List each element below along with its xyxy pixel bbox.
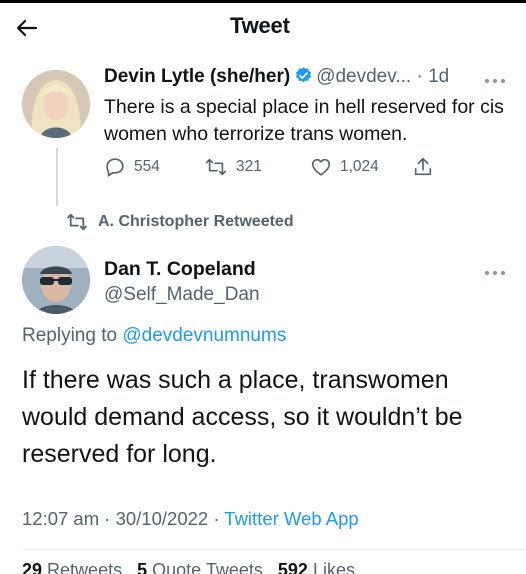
retweet-notice: A. Christopher Retweeted	[66, 213, 294, 231]
verified-badge-icon	[294, 66, 313, 91]
replying-to: Replying to @devdevnumnums	[22, 325, 286, 347]
author-handle[interactable]: @Self_Made_Dan	[104, 284, 260, 306]
likes-count[interactable]: 592	[278, 560, 308, 574]
divider	[22, 549, 526, 550]
author-name[interactable]: Dan T. Copeland	[104, 258, 256, 281]
share-icon	[414, 157, 432, 176]
retweet-notice-text[interactable]: A. Christopher Retweeted	[98, 213, 294, 231]
avatar[interactable]	[22, 70, 90, 138]
tweet-text: If there was such a place, transwomen wo…	[22, 366, 463, 468]
page-title: Tweet	[230, 13, 290, 38]
author-handle[interactable]: @devdev...	[316, 66, 411, 87]
avatar[interactable]	[22, 246, 90, 314]
reply-button[interactable]: 554	[104, 156, 160, 178]
tweet-meta: 12:07 am · 30/10/2022 · Twitter Web App	[22, 508, 359, 530]
retweet-icon	[206, 158, 226, 176]
back-button[interactable]	[12, 13, 42, 43]
quote-tweets-label[interactable]: Quote Tweets	[152, 560, 263, 574]
likes-label[interactable]: Likes	[313, 560, 355, 574]
replying-prefix: Replying to	[22, 325, 123, 346]
separator: ·	[99, 508, 116, 529]
back-arrow-icon	[16, 19, 38, 37]
retweets-count[interactable]: 29	[22, 560, 42, 574]
more-icon[interactable]	[484, 68, 506, 89]
tweet-time[interactable]: 12:07 am	[22, 508, 99, 529]
share-button[interactable]	[412, 156, 434, 178]
like-icon	[311, 158, 331, 176]
tweet-actions: 554 321 1,024	[104, 156, 444, 182]
quoted-tweet-text: There is a special place in hell reserve…	[104, 96, 504, 145]
more-icon[interactable]	[484, 260, 506, 281]
header: Tweet	[0, 3, 526, 51]
retweet-icon	[67, 213, 87, 231]
tweet-date[interactable]: 30/10/2022	[116, 508, 209, 529]
quote-tweets-count[interactable]: 5	[137, 560, 147, 574]
like-button[interactable]: 1,024	[310, 156, 379, 178]
quoted-tweet-header: Devin Lytle (she/her) @devdev... · 1d	[104, 66, 449, 91]
tweet-source-link[interactable]: Twitter Web App	[224, 508, 358, 529]
retweet-button[interactable]: 321	[204, 156, 262, 178]
tweet-stats: 29 Retweets 5 Quote Tweets 592 Likes	[22, 560, 355, 574]
separator: ·	[208, 508, 225, 529]
tweet-time[interactable]: 1d	[428, 66, 449, 87]
reply-icon	[106, 158, 124, 177]
author-name[interactable]: Devin Lytle (she/her)	[104, 66, 290, 87]
thread-line	[56, 148, 58, 206]
reply-count: 554	[134, 158, 160, 175]
retweet-count: 321	[236, 158, 262, 175]
like-count: 1,024	[340, 158, 379, 175]
separator: ·	[411, 66, 429, 87]
retweets-label[interactable]: Retweets	[47, 560, 122, 574]
replying-to-link[interactable]: @devdevnumnums	[122, 325, 286, 346]
